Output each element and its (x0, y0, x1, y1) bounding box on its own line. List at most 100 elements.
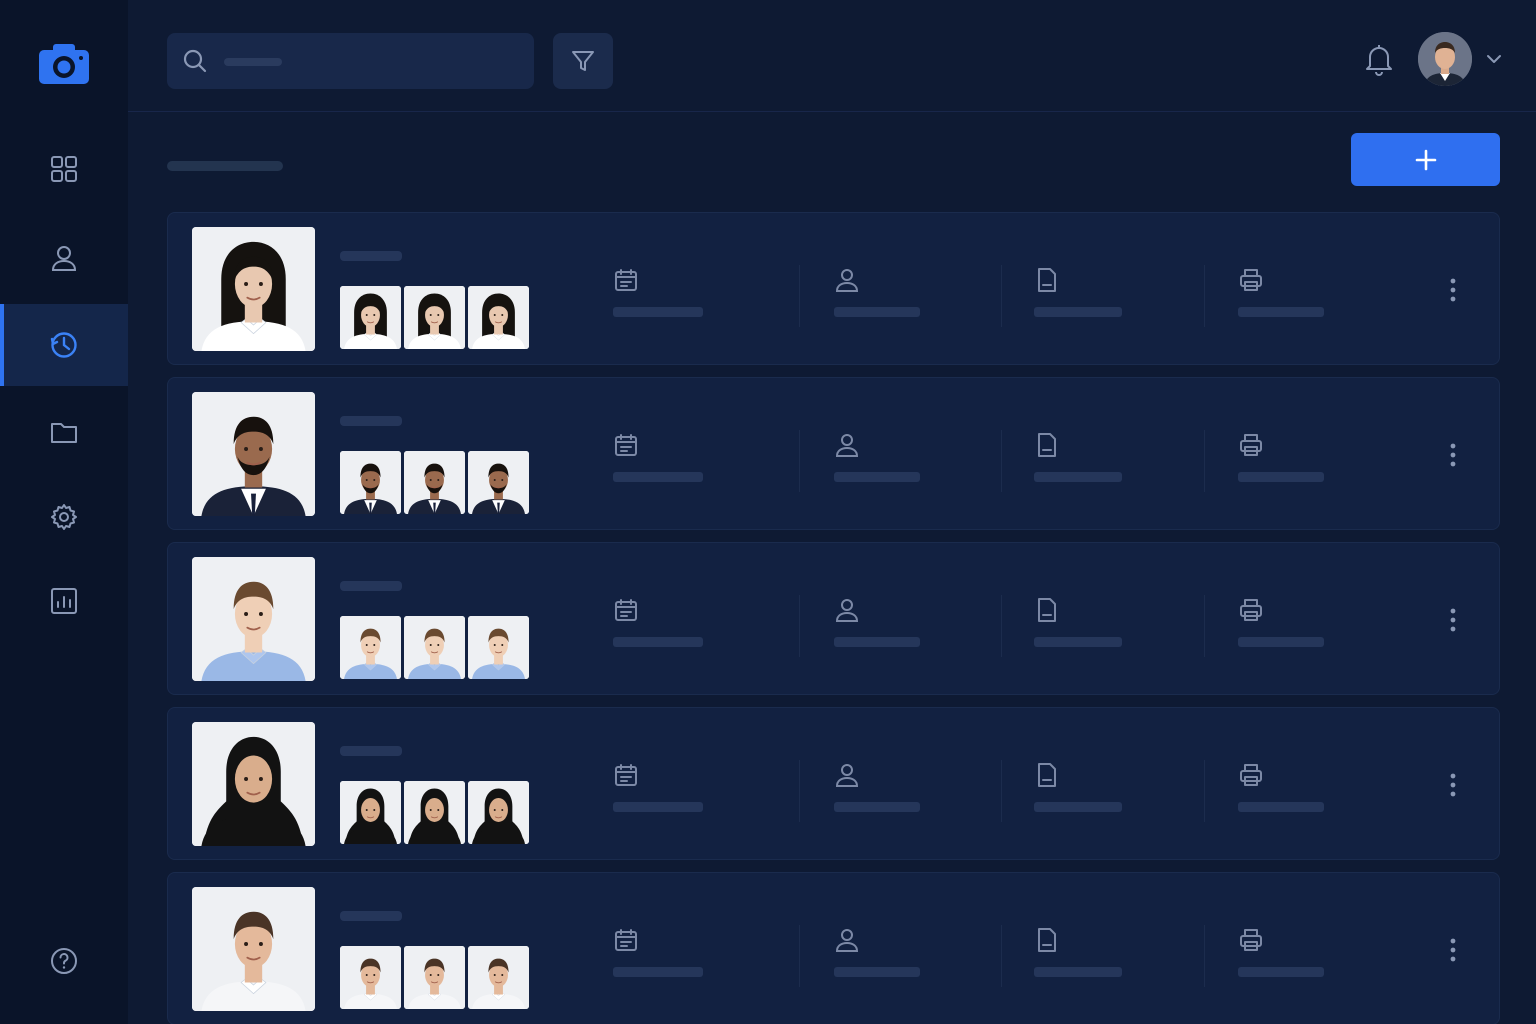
column-divider (1204, 265, 1205, 327)
calendar-icon (613, 762, 703, 788)
chart-icon (51, 588, 77, 614)
bell-icon (1366, 45, 1392, 76)
photo-thumbnail[interactable] (404, 616, 465, 679)
column-divider (1001, 595, 1002, 657)
sidebar (0, 0, 128, 1024)
column-divider (1001, 430, 1002, 492)
photo-thumbnail[interactable] (404, 781, 465, 844)
row-title (340, 581, 402, 591)
photo-thumbnail[interactable] (468, 451, 529, 514)
user-menu-button[interactable] (1484, 51, 1504, 67)
detail-calendar (613, 597, 703, 647)
column-divider (1204, 925, 1205, 987)
portrait-photo[interactable] (192, 227, 315, 351)
user-icon (834, 927, 920, 953)
detail-calendar (613, 432, 703, 482)
photo-row[interactable] (167, 542, 1500, 695)
detail-value (613, 637, 703, 647)
more-options-button[interactable] (1438, 768, 1468, 802)
more-vertical-icon (1450, 938, 1456, 962)
photo-thumbnail[interactable] (404, 286, 465, 349)
detail-user (834, 597, 920, 647)
detail-value (1238, 802, 1324, 812)
camera-icon[interactable] (39, 42, 89, 84)
portrait-photo[interactable] (192, 722, 315, 846)
column-divider (1001, 760, 1002, 822)
detail-calendar (613, 267, 703, 317)
photo-thumbnail[interactable] (340, 451, 401, 514)
row-title (340, 911, 402, 921)
photo-thumbnail[interactable] (404, 451, 465, 514)
detail-value (613, 802, 703, 812)
search-input[interactable] (167, 33, 534, 89)
detail-value (834, 472, 920, 482)
detail-value (1034, 802, 1122, 812)
detail-value (1034, 637, 1122, 647)
detail-value (834, 967, 920, 977)
detail-printer (1238, 762, 1324, 812)
help-icon (51, 948, 77, 974)
sidebar-item-settings[interactable] (0, 476, 128, 558)
sidebar-item-profile[interactable] (0, 217, 128, 299)
add-button[interactable] (1351, 133, 1500, 186)
photo-row[interactable] (167, 707, 1500, 860)
detail-document (1034, 927, 1122, 977)
app-window (0, 0, 1536, 1024)
printer-icon (1238, 762, 1324, 788)
photo-row[interactable] (167, 377, 1500, 530)
photo-thumbnail[interactable] (340, 946, 401, 1009)
photo-row[interactable] (167, 212, 1500, 365)
more-vertical-icon (1450, 773, 1456, 797)
document-icon (1034, 762, 1122, 788)
detail-value (1238, 472, 1324, 482)
more-options-button[interactable] (1438, 273, 1468, 307)
search-icon (183, 49, 207, 73)
sidebar-item-dashboard[interactable] (0, 128, 128, 210)
column-divider (1204, 760, 1205, 822)
detail-value (1034, 472, 1122, 482)
column-divider (799, 430, 800, 492)
document-icon (1034, 432, 1122, 458)
detail-value (613, 967, 703, 977)
printer-icon (1238, 597, 1324, 623)
detail-value (1238, 637, 1324, 647)
detail-printer (1238, 267, 1324, 317)
portrait-photo[interactable] (192, 887, 315, 1011)
more-options-button[interactable] (1438, 933, 1468, 967)
column-divider (799, 265, 800, 327)
photo-thumbnail[interactable] (340, 616, 401, 679)
detail-printer (1238, 432, 1324, 482)
sidebar-item-folders[interactable] (0, 391, 128, 473)
photo-thumbnail[interactable] (468, 616, 529, 679)
photo-thumbnail[interactable] (468, 946, 529, 1009)
grid-icon (51, 156, 77, 182)
photo-thumbnail[interactable] (468, 286, 529, 349)
photo-thumbnail[interactable] (340, 286, 401, 349)
help-button[interactable] (0, 920, 128, 1002)
column-divider (1001, 265, 1002, 327)
detail-value (834, 637, 920, 647)
more-options-button[interactable] (1438, 438, 1468, 472)
avatar[interactable] (1418, 32, 1472, 86)
photo-thumbnail[interactable] (404, 946, 465, 1009)
user-icon (51, 246, 77, 271)
user-icon (834, 267, 920, 293)
portrait-photo[interactable] (192, 392, 315, 516)
filter-button[interactable] (553, 33, 613, 89)
printer-icon (1238, 927, 1324, 953)
photo-thumbnail[interactable] (468, 781, 529, 844)
detail-user (834, 432, 920, 482)
portrait-photo[interactable] (192, 557, 315, 681)
sidebar-item-reports[interactable] (0, 560, 128, 642)
user-icon (834, 597, 920, 623)
detail-user (834, 927, 920, 977)
photo-row[interactable] (167, 872, 1500, 1024)
printer-icon (1238, 432, 1324, 458)
more-options-button[interactable] (1438, 603, 1468, 637)
user-icon (834, 432, 920, 458)
notifications-button[interactable] (1364, 42, 1394, 76)
detail-calendar (613, 762, 703, 812)
sidebar-item-history[interactable] (0, 304, 128, 386)
photo-thumbnail[interactable] (340, 781, 401, 844)
column-divider (799, 760, 800, 822)
